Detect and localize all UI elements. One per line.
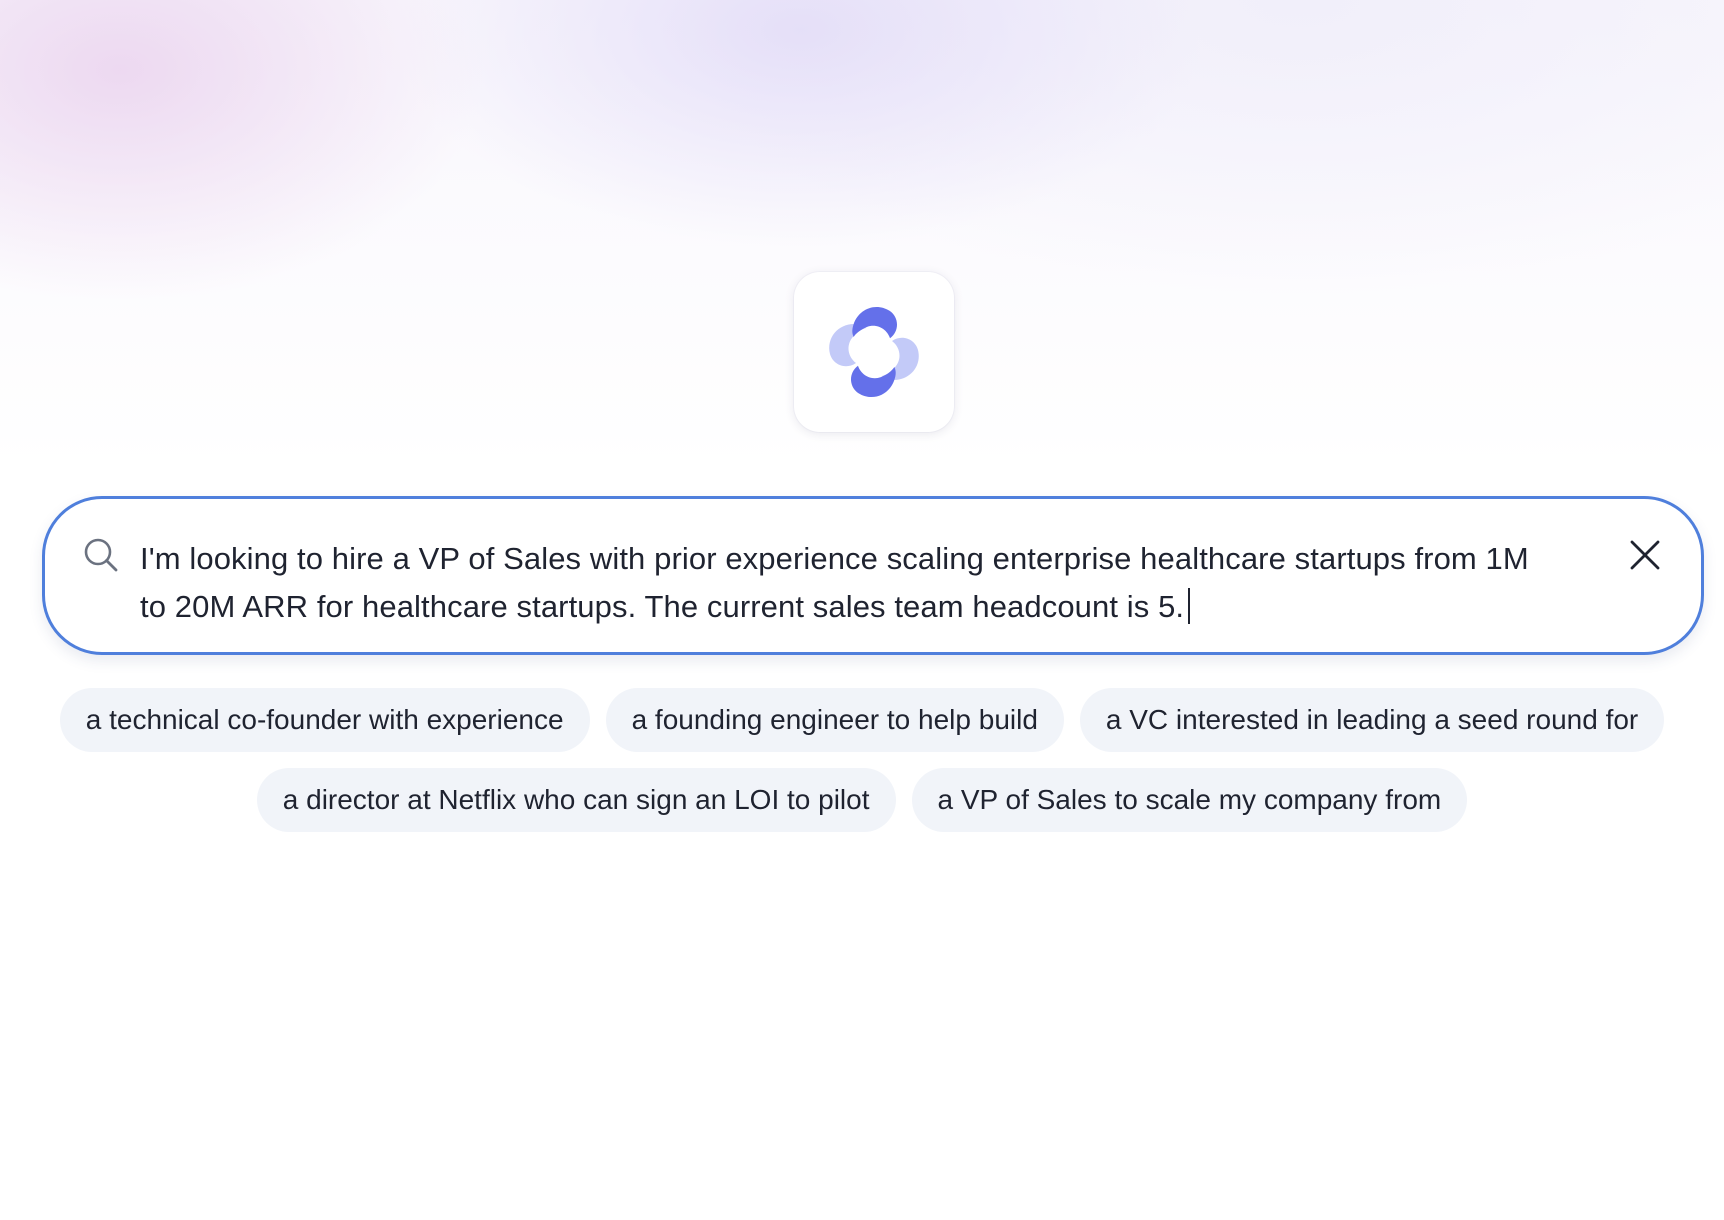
search-box[interactable]: I'm looking to hire a VP of Sales with p… bbox=[42, 496, 1704, 655]
search-icon bbox=[84, 538, 118, 572]
text-caret bbox=[1188, 588, 1191, 624]
app-logo-icon bbox=[829, 307, 919, 397]
suggestion-row-2: a director at Netflix who can sign an LO… bbox=[0, 768, 1724, 832]
suggestion-chip-netflix-director[interactable]: a director at Netflix who can sign an LO… bbox=[256, 768, 896, 832]
suggestion-chip-technical-cofounder[interactable]: a technical co-founder with experience bbox=[59, 688, 590, 752]
suggestion-chip-founding-engineer[interactable]: a founding engineer to help build bbox=[605, 688, 1064, 752]
suggestion-chip-vc-seed-round[interactable]: a VC interested in leading a seed round … bbox=[1079, 688, 1665, 752]
search-input[interactable]: I'm looking to hire a VP of Sales with p… bbox=[140, 535, 1620, 631]
search-input-line-1: I'm looking to hire a VP of Sales with p… bbox=[140, 541, 1529, 576]
suggestion-chips: a technical co-founder with experience a… bbox=[0, 688, 1724, 848]
search-input-line-2-text: to 20M ARR for healthcare startups. The … bbox=[140, 589, 1185, 624]
app-logo bbox=[794, 272, 954, 432]
search-input-line-2: to 20M ARR for healthcare startups. The … bbox=[140, 583, 1620, 631]
suggestion-chip-vp-sales[interactable]: a VP of Sales to scale my company from bbox=[911, 768, 1468, 832]
suggestion-row-1: a technical co-founder with experience a… bbox=[0, 688, 1724, 752]
close-icon[interactable] bbox=[1625, 535, 1665, 575]
